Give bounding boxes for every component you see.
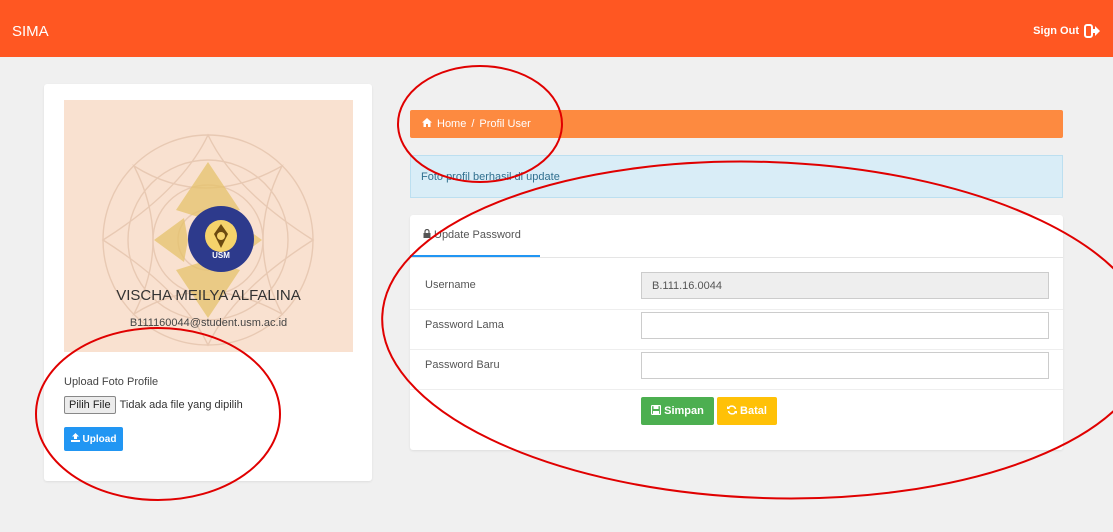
alert-message: Foto profil berhasil di update xyxy=(421,171,560,183)
tab-label: Update Password xyxy=(434,229,521,241)
file-status: Tidak ada file yang dipilih xyxy=(119,399,243,411)
profile-card: USM VISCHA MEILYA ALFALINA B111160044@st… xyxy=(44,84,372,481)
row-divider xyxy=(410,349,1063,350)
sign-out-label: Sign Out xyxy=(1033,25,1079,37)
row-divider xyxy=(410,309,1063,310)
floppy-disk-icon xyxy=(651,404,662,418)
breadcrumb: Home / Profil User xyxy=(410,110,1063,138)
profile-email: B111160044@student.usm.ac.id xyxy=(129,317,288,329)
sign-out-button[interactable]: Sign Out xyxy=(1033,24,1101,38)
refresh-icon xyxy=(727,404,738,418)
app-brand[interactable]: SIMA xyxy=(12,23,49,40)
tab-divider xyxy=(410,257,1063,258)
old-password-label: Password Lama xyxy=(425,319,504,331)
old-password-field[interactable] xyxy=(641,312,1049,339)
success-alert: Foto profil berhasil di update xyxy=(410,155,1063,198)
cancel-button-label: Batal xyxy=(740,405,767,417)
username-label: Username xyxy=(425,279,476,291)
username-field[interactable]: B.111.16.0044 xyxy=(641,272,1049,299)
breadcrumb-current: Profil User xyxy=(479,118,531,130)
upload-button[interactable]: Upload xyxy=(64,427,123,451)
avatar: USM xyxy=(188,206,254,272)
lock-icon xyxy=(423,228,431,241)
university-logo-icon xyxy=(205,220,237,252)
save-button[interactable]: Simpan xyxy=(641,397,714,425)
breadcrumb-separator: / xyxy=(471,118,475,130)
tab-update-password[interactable]: Update Password xyxy=(410,215,540,257)
cancel-button[interactable]: Batal xyxy=(717,397,777,425)
upload-button-label: Upload xyxy=(82,433,117,445)
avatar-logo-text: USM xyxy=(212,251,230,260)
profile-cover: USM VISCHA MEILYA ALFALINA B111160044@st… xyxy=(64,100,353,352)
new-password-label: Password Baru xyxy=(425,359,500,371)
home-icon xyxy=(422,118,432,130)
update-password-panel: Update Password Username B.111.16.0044 P… xyxy=(410,215,1063,450)
profile-name: VISCHA MEILYA ALFALINA xyxy=(116,287,301,304)
save-button-label: Simpan xyxy=(664,405,704,417)
row-divider xyxy=(410,389,1063,390)
breadcrumb-home-link[interactable]: Home xyxy=(437,118,466,130)
choose-file-button[interactable]: Pilih File xyxy=(64,396,116,414)
sign-out-icon xyxy=(1084,24,1101,38)
new-password-field[interactable] xyxy=(641,352,1049,379)
upload-icon xyxy=(70,433,80,445)
upload-photo-label: Upload Foto Profile xyxy=(64,376,159,388)
file-chooser: Pilih File Tidak ada file yang dipilih xyxy=(64,396,243,414)
top-navbar: SIMA Sign Out xyxy=(0,0,1113,57)
